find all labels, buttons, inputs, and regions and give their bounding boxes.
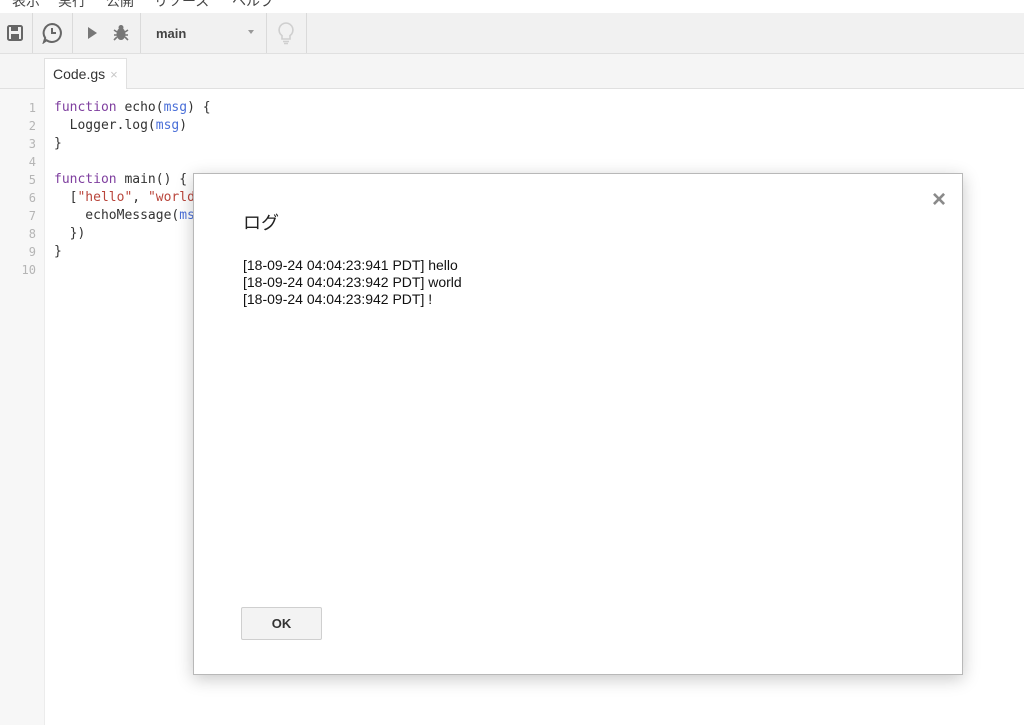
line-numbers: 1 2 3 4 5 6 7 8 9 10 (0, 99, 36, 279)
line-number: 4 (28, 155, 36, 169)
dialog-title: ログ (243, 213, 279, 233)
line-number: 8 (28, 227, 36, 241)
code-line: }) (54, 226, 86, 241)
line-number: 1 (28, 101, 36, 115)
toolbar-separator (32, 13, 33, 53)
log-line: [18-09-24 04:04:23:941 PDT] hello (243, 257, 458, 273)
ok-button[interactable]: OK (241, 607, 322, 640)
menubar: 表示 実行 公開 リソース ヘルプ (0, 0, 1024, 14)
function-select[interactable]: main (146, 18, 262, 48)
menu-run[interactable]: 実行 (58, 0, 86, 11)
tab-label: Code.gs (53, 66, 106, 82)
play-icon (88, 27, 97, 39)
debug-button[interactable] (106, 18, 136, 48)
code-line: Logger.log(msg) (54, 118, 188, 133)
code-line: function main() { (54, 172, 188, 187)
chevron-down-icon (248, 30, 254, 34)
code-line: } (54, 136, 62, 151)
save-button[interactable] (0, 18, 30, 48)
line-number: 7 (28, 209, 36, 223)
toolbar: main (0, 13, 1024, 54)
code-line: function echo(msg) { (54, 100, 211, 115)
toolbar-separator (72, 13, 73, 53)
line-number: 6 (28, 191, 36, 205)
tab-code-gs[interactable]: Code.gs × (44, 58, 127, 89)
log-output: [18-09-24 04:04:23:941 PDT] hello [18-09… (243, 257, 462, 308)
log-line: [18-09-24 04:04:23:942 PDT] ! (243, 291, 433, 307)
lightbulb-icon (278, 22, 294, 45)
log-dialog: × ログ [18-09-24 04:04:23:941 PDT] hello [… (193, 173, 963, 675)
save-icon (7, 25, 23, 41)
code-editor[interactable]: function echo(msg) { Logger.log(msg)} fu… (54, 99, 211, 261)
run-button[interactable] (77, 18, 107, 48)
close-icon[interactable]: × (110, 67, 118, 82)
clock-icon (42, 22, 62, 44)
line-number: 2 (28, 119, 36, 133)
line-number: 3 (28, 137, 36, 151)
function-select-value: main (156, 25, 187, 41)
line-number: 10 (21, 263, 36, 277)
menu-help[interactable]: ヘルプ (232, 0, 274, 11)
menu-publish[interactable]: 公開 (106, 0, 134, 11)
bug-icon (113, 25, 129, 41)
code-line: ["hello", "world (54, 190, 195, 205)
line-number: 5 (28, 173, 36, 187)
toolbar-separator (306, 13, 307, 53)
menu-view[interactable]: 表示 (12, 0, 40, 11)
close-icon[interactable]: × (932, 188, 946, 212)
tab-bar: Code.gs × (0, 54, 1024, 89)
toolbar-separator (140, 13, 141, 53)
log-line: [18-09-24 04:04:23:942 PDT] world (243, 274, 462, 290)
triggers-button[interactable] (37, 18, 67, 48)
line-number: 9 (28, 245, 36, 259)
toolbar-separator (266, 13, 267, 53)
code-line: echoMessage(ms (54, 208, 195, 223)
code-line: } (54, 244, 62, 259)
hint-button[interactable] (271, 18, 301, 48)
menu-resources[interactable]: リソース (154, 0, 209, 11)
